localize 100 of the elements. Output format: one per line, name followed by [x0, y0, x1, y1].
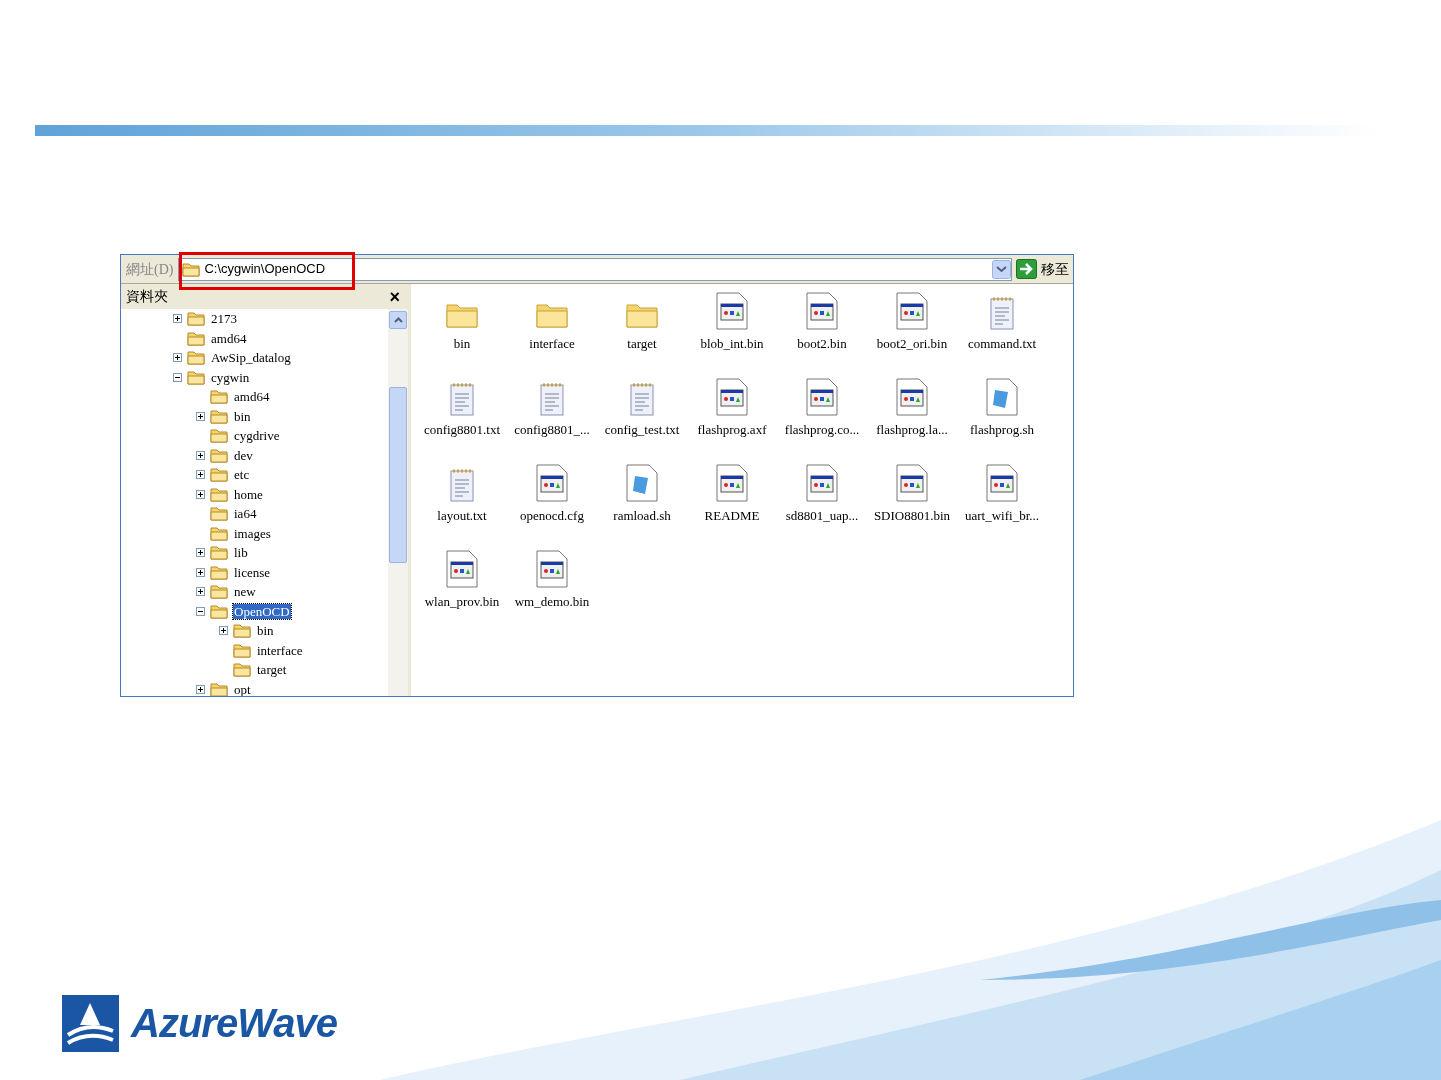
- tree-item[interactable]: opt: [233, 681, 252, 696]
- folder-icon: [210, 584, 228, 600]
- expand-icon[interactable]: [173, 353, 182, 363]
- file-name[interactable]: flashprog.sh: [970, 420, 1034, 440]
- folder-icon: [233, 662, 251, 678]
- folder-icon: [187, 311, 205, 327]
- file-name[interactable]: interface: [529, 334, 575, 354]
- notepad-icon: [989, 296, 1015, 330]
- folder-icon: [210, 486, 228, 502]
- expand-icon[interactable]: [196, 470, 205, 480]
- file-name[interactable]: ramload.sh: [613, 506, 671, 526]
- file-name[interactable]: sd8801_uap...: [785, 506, 859, 526]
- expand-icon[interactable]: [219, 626, 228, 636]
- file-name[interactable]: command.txt: [967, 334, 1037, 354]
- tree-item[interactable]: new: [233, 584, 257, 600]
- folder-icon: [210, 428, 228, 444]
- logo-mark-icon: [62, 994, 119, 1052]
- expand-icon[interactable]: [173, 314, 182, 324]
- scrollbar[interactable]: [388, 309, 408, 696]
- address-path: C:\cygwin\OpenOCD: [204, 260, 326, 279]
- scroll-up-icon[interactable]: [393, 317, 403, 323]
- notepad-icon: [449, 382, 475, 416]
- tree-item[interactable]: dev: [233, 447, 254, 463]
- file-name[interactable]: openocd.cfg: [520, 506, 584, 526]
- folder-icon: [210, 506, 228, 522]
- file-name[interactable]: config8801.txt: [423, 420, 501, 440]
- tree-item[interactable]: cygwin: [210, 369, 251, 385]
- tree-item[interactable]: lib: [233, 545, 249, 561]
- folder-icon: [210, 681, 228, 696]
- file-name[interactable]: wlan_prov.bin: [424, 592, 500, 612]
- folder-icon: [187, 350, 205, 366]
- application-file-icon: [896, 378, 928, 416]
- tree-item[interactable]: license: [233, 564, 272, 580]
- collapse-icon[interactable]: [173, 372, 182, 382]
- tree-item[interactable]: home: [233, 486, 264, 502]
- file-name[interactable]: flashprog.la...: [876, 420, 948, 440]
- tree-item[interactable]: cygdrive: [233, 428, 281, 444]
- expand-icon[interactable]: [196, 567, 205, 577]
- folder-icon: [210, 447, 228, 463]
- expand-icon[interactable]: [196, 450, 205, 460]
- file-name[interactable]: wm_demo.bin: [514, 592, 590, 612]
- file-name[interactable]: flashprog.co...: [784, 420, 860, 440]
- folder-icon: [187, 330, 205, 346]
- file-name[interactable]: boot2_ori.bin: [876, 334, 948, 354]
- logo-text: AzureWave: [131, 1000, 337, 1047]
- go-button[interactable]: 移至: [1012, 257, 1073, 281]
- tree-item[interactable]: 2173: [210, 311, 238, 327]
- notepad-icon: [449, 468, 475, 502]
- close-button[interactable]: ×: [389, 287, 403, 306]
- tree-item[interactable]: ia64: [233, 506, 258, 522]
- collapse-icon[interactable]: [196, 606, 205, 616]
- application-file-icon: [716, 464, 748, 502]
- application-file-icon: [806, 292, 838, 330]
- file-name[interactable]: README: [704, 506, 760, 526]
- application-file-icon: [896, 464, 928, 502]
- file-name[interactable]: bin: [453, 334, 471, 354]
- folder-icon: [210, 389, 228, 405]
- tree-item[interactable]: interface: [256, 642, 304, 658]
- tree-item[interactable]: images: [233, 525, 272, 541]
- notepad-icon: [539, 382, 565, 416]
- application-file-icon: [806, 464, 838, 502]
- file-name[interactable]: uart_wifi_br...: [965, 506, 1039, 526]
- folder-icon: [210, 525, 228, 541]
- folder-icon: [233, 642, 251, 658]
- application-file-icon: [716, 292, 748, 330]
- folder-icon: [210, 467, 228, 483]
- file-name[interactable]: config_test.txt: [604, 420, 680, 440]
- folder-icon: [210, 564, 228, 580]
- folder-icon: [187, 369, 205, 385]
- tree-item[interactable]: target: [256, 662, 288, 678]
- expand-icon[interactable]: [196, 411, 205, 421]
- file-name[interactable]: blob_int.bin: [700, 334, 764, 354]
- tree-item[interactable]: amd64: [233, 389, 271, 405]
- scroll-thumb[interactable]: [389, 387, 407, 563]
- expand-icon[interactable]: [196, 587, 205, 597]
- tree-item[interactable]: bin: [256, 623, 275, 639]
- address-label: 網址(D): [125, 260, 175, 279]
- pane-title: 資料夾: [126, 288, 168, 306]
- folder-icon: [210, 408, 228, 424]
- expand-icon[interactable]: [196, 489, 205, 499]
- file-name[interactable]: layout.txt: [437, 506, 487, 526]
- address-field[interactable]: C:\cygwin\OpenOCD: [178, 257, 1012, 281]
- application-file-icon: [896, 292, 928, 330]
- folder-icon: [210, 603, 228, 619]
- file-name[interactable]: config8801_...: [514, 420, 590, 440]
- file-name[interactable]: target: [627, 334, 657, 354]
- tree-item[interactable]: etc: [233, 467, 251, 483]
- document-icon: [626, 464, 658, 502]
- file-name[interactable]: flashprog.axf: [697, 420, 767, 440]
- tree-item[interactable]: amd64: [210, 330, 248, 346]
- application-file-icon: [446, 550, 478, 588]
- tree-item[interactable]: OpenOCD: [233, 603, 291, 619]
- file-name[interactable]: boot2.bin: [797, 334, 847, 354]
- file-name[interactable]: SDIO8801.bin: [873, 506, 951, 526]
- folder-icon: [182, 261, 201, 277]
- tree-item[interactable]: AwSip_datalog: [210, 350, 292, 366]
- expand-icon[interactable]: [196, 548, 205, 558]
- tree-item[interactable]: bin: [233, 408, 252, 424]
- expand-icon[interactable]: [196, 684, 205, 694]
- application-file-icon: [806, 378, 838, 416]
